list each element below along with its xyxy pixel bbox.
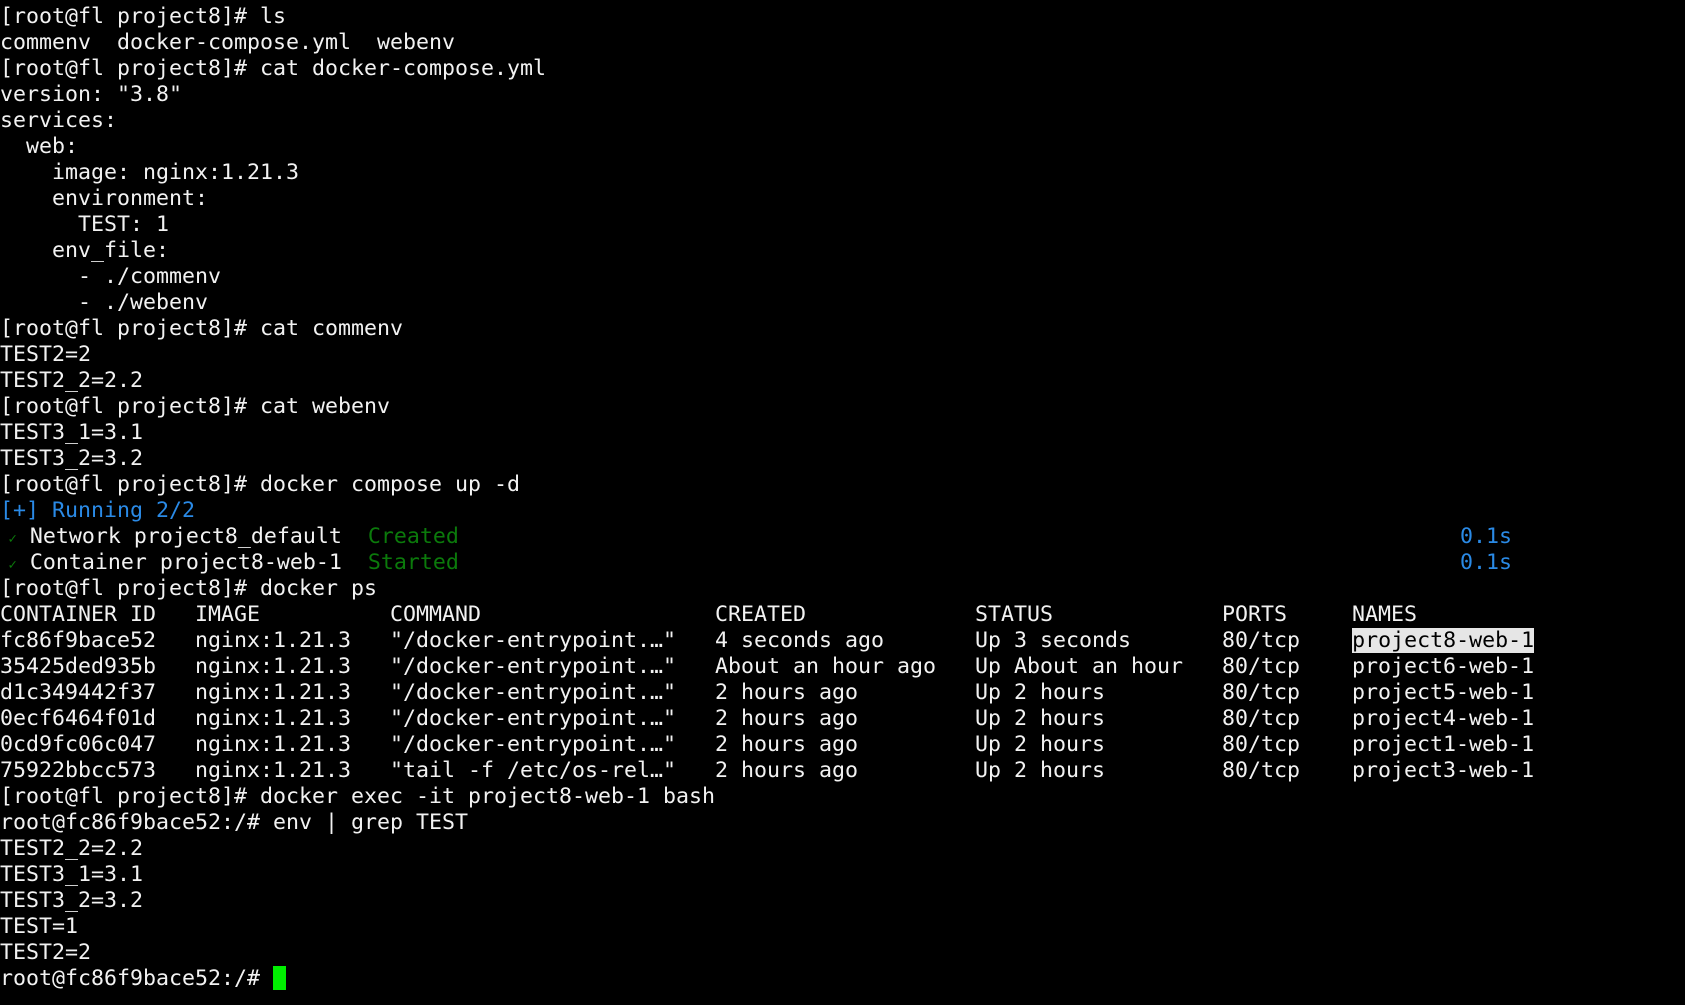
terminal-text: [root@fl project8]# docker exec -it proj… [0,784,716,809]
terminal-line: TEST2=2 [0,342,1534,368]
terminal-text: TEST2_2=2.2 [0,368,144,393]
terminal-text: TEST3_2=3.2 [0,888,144,913]
terminal-text: 0.1s [1459,524,1512,549]
terminal-text: [root@fl project8]# cat commenv [0,316,404,341]
highlighted-text: project8-web-1 [1352,628,1535,653]
terminal-output[interactable]: [root@fl project8]# ls commenv docker-com… [0,4,1535,992]
terminal-line: image: nginx:1.21.3 [0,160,1534,186]
terminal-line: ✓ Container project8-web-1 Started 0.1s [0,550,1534,576]
terminal-text: [root@fl project8]# docker ps [0,576,378,601]
terminal-line: - ./webenv [0,290,1534,316]
check-icon: ✓ [0,557,17,573]
terminal-text: Container project8-web-1 [16,550,368,575]
terminal-text: TEST=1 [0,914,79,939]
terminal-text: TEST3_2=3.2 [0,446,144,471]
terminal-text: root@fc86f9bace52:/# env | grep TEST [0,810,469,835]
terminal-text: [root@fl project8]# ls [0,4,287,29]
terminal-text: 0.1s [1459,550,1512,575]
terminal-text: image: nginx:1.21.3 [0,160,300,185]
terminal-line: 0cd9fc06c047 nginx:1.21.3 "/docker-entry… [0,732,1534,758]
terminal-line: TEST3_1=3.1 [0,420,1534,446]
terminal-line: TEST: 1 [0,212,1534,238]
terminal-line: TEST3_2=3.2 [0,446,1534,472]
terminal-line: services: [0,108,1534,134]
terminal-text: TEST2=2 [0,342,92,367]
terminal-text: - ./commenv [0,264,222,289]
terminal-line: TEST2=2 [0,940,1534,966]
terminal-text: [root@fl project8]# docker compose up -d [0,472,521,497]
terminal-line: d1c349442f37 nginx:1.21.3 "/docker-entry… [0,680,1534,706]
terminal-text: 0cd9fc06c047 nginx:1.21.3 "/docker-entry… [0,732,1535,757]
terminal-text: web: [0,134,79,159]
terminal-text: - ./webenv [0,290,209,315]
check-icon: ✓ [0,531,17,547]
terminal-line: TEST3_2=3.2 [0,888,1534,914]
cursor [273,966,287,990]
terminal-line: version: "3.8" [0,82,1534,108]
terminal-line: [root@fl project8]# ls [0,4,1534,30]
terminal-text: [root@fl project8]# cat docker-compose.y… [0,56,547,81]
terminal-text: version: "3.8" [0,82,183,107]
terminal-text: TEST2=2 [0,940,92,965]
terminal-line: [root@fl project8]# cat commenv [0,316,1534,342]
terminal-text: TEST3_1=3.1 [0,862,144,887]
terminal-line: 35425ded935b nginx:1.21.3 "/docker-entry… [0,654,1534,680]
terminal-line: TEST2_2=2.2 [0,836,1534,862]
terminal-text: services: [0,108,118,133]
terminal-text: TEST: 1 [0,212,170,237]
terminal-text: fc86f9bace52 nginx:1.21.3 "/docker-entry… [0,628,1353,653]
terminal-text: d1c349442f37 nginx:1.21.3 "/docker-entry… [0,680,1535,705]
terminal-line: [root@fl project8]# docker exec -it proj… [0,784,1534,810]
terminal-text: [root@fl project8]# cat webenv [0,394,391,419]
terminal-text: Created [367,524,459,549]
terminal-text: 0ecf6464f01d nginx:1.21.3 "/docker-entry… [0,706,1535,731]
terminal-text: Network project8_default [16,524,368,549]
terminal-text: [+] Running 2/2 [0,498,196,523]
terminal-line: web: [0,134,1534,160]
terminal-line: [+] Running 2/2 [0,498,1534,524]
terminal-line: TEST2_2=2.2 [0,368,1534,394]
terminal-line: 75922bbcc573 nginx:1.21.3 "tail -f /etc/… [0,758,1534,784]
terminal-text: TEST2_2=2.2 [0,836,144,861]
terminal-line: TEST3_1=3.1 [0,862,1534,888]
terminal-line: - ./commenv [0,264,1534,290]
terminal-line: [root@fl project8]# cat docker-compose.y… [0,56,1534,82]
terminal-line: env_file: [0,238,1534,264]
terminal-text: TEST3_1=3.1 [0,420,144,445]
terminal-line: root@fc86f9bace52:/# env | grep TEST [0,810,1534,836]
terminal-line: environment: [0,186,1534,212]
terminal-text: env_file: [0,238,170,263]
terminal-line: 0ecf6464f01d nginx:1.21.3 "/docker-entry… [0,706,1534,732]
terminal-text: commenv docker-compose.yml webenv [0,30,456,55]
terminal-text: 35425ded935b nginx:1.21.3 "/docker-entry… [0,654,1535,679]
terminal-line: commenv docker-compose.yml webenv [0,30,1534,56]
terminal-line: [root@fl project8]# docker ps [0,576,1534,602]
terminal-line: CONTAINER ID IMAGE COMMAND CREATED STATU… [0,602,1534,628]
terminal-line: ✓ Network project8_default Created 0.1s [0,524,1534,550]
terminal-text: CONTAINER ID IMAGE COMMAND CREATED STATU… [0,602,1418,627]
terminal-line: root@fc86f9bace52:/# [0,966,1534,992]
terminal-line: TEST=1 [0,914,1534,940]
terminal-line: [root@fl project8]# cat webenv [0,394,1534,420]
terminal-text: 75922bbcc573 nginx:1.21.3 "tail -f /etc/… [0,758,1535,783]
terminal-line: [root@fl project8]# docker compose up -d [0,472,1534,498]
terminal-text: Started [367,550,459,575]
terminal-text: environment: [0,186,209,211]
terminal-line: fc86f9bace52 nginx:1.21.3 "/docker-entry… [0,628,1535,654]
terminal-text: root@fc86f9bace52:/# [0,966,274,991]
